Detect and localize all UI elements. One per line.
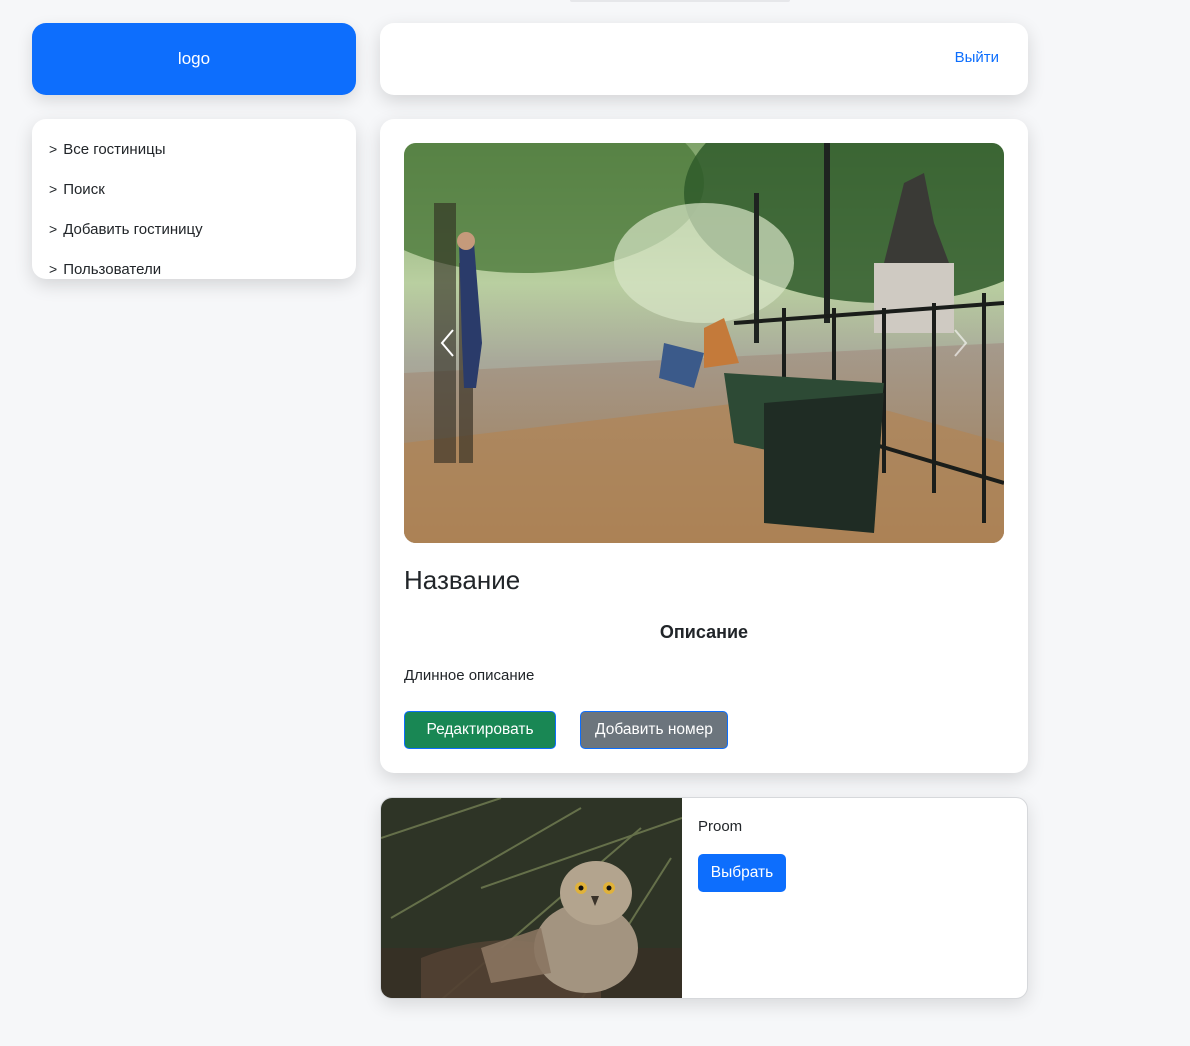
chevron-right-icon xyxy=(954,329,968,357)
room-card: Proom Выбрать xyxy=(380,797,1028,999)
description-heading: Описание xyxy=(659,622,749,642)
sidebar-item-all-hotels[interactable]: > Все гостиницы xyxy=(32,129,356,169)
logout-link[interactable]: Выйти xyxy=(955,49,999,66)
hotel-title: Название xyxy=(404,565,521,595)
chevron-left-icon xyxy=(440,329,454,357)
chevron-right-icon: > xyxy=(49,261,58,277)
sidebar-item-search[interactable]: > Поиск xyxy=(32,169,356,209)
park-photo xyxy=(404,143,1004,543)
select-room-button[interactable]: Выбрать xyxy=(698,854,786,892)
edit-button[interactable]: Редактировать xyxy=(404,711,556,749)
logo[interactable]: logo xyxy=(32,23,356,95)
carousel-next-button[interactable] xyxy=(940,323,980,363)
sidebar-item-label: Пользователи xyxy=(63,260,162,278)
chevron-right-icon: > xyxy=(49,141,58,157)
hotel-image-carousel[interactable] xyxy=(404,143,1004,543)
top-strip xyxy=(570,0,790,2)
long-description: Длинное описание xyxy=(404,667,535,684)
sidebar-item-label: Поиск xyxy=(63,180,105,198)
carousel-prev-button[interactable] xyxy=(428,323,468,363)
owl-photo xyxy=(381,798,682,998)
sidebar-item-label: Добавить гостиницу xyxy=(63,220,203,238)
sidebar-item-add-hotel[interactable]: > Добавить гостиницу xyxy=(32,209,356,249)
sidebar-item-users[interactable]: > Пользователи xyxy=(32,249,356,289)
sidebar-item-label: Все гостиницы xyxy=(63,140,166,158)
top-header: Выйти xyxy=(380,23,1028,95)
sidebar-nav: > Все гостиницы > Поиск > Добавить гости… xyxy=(32,119,356,279)
chevron-right-icon: > xyxy=(49,181,58,197)
add-room-button[interactable]: Добавить номер xyxy=(580,711,728,749)
logo-text: logo xyxy=(177,49,211,68)
room-name: Proom xyxy=(698,818,743,835)
chevron-right-icon: > xyxy=(49,221,58,237)
hotel-card: Название Описание Длинное описание Редак… xyxy=(380,119,1028,773)
